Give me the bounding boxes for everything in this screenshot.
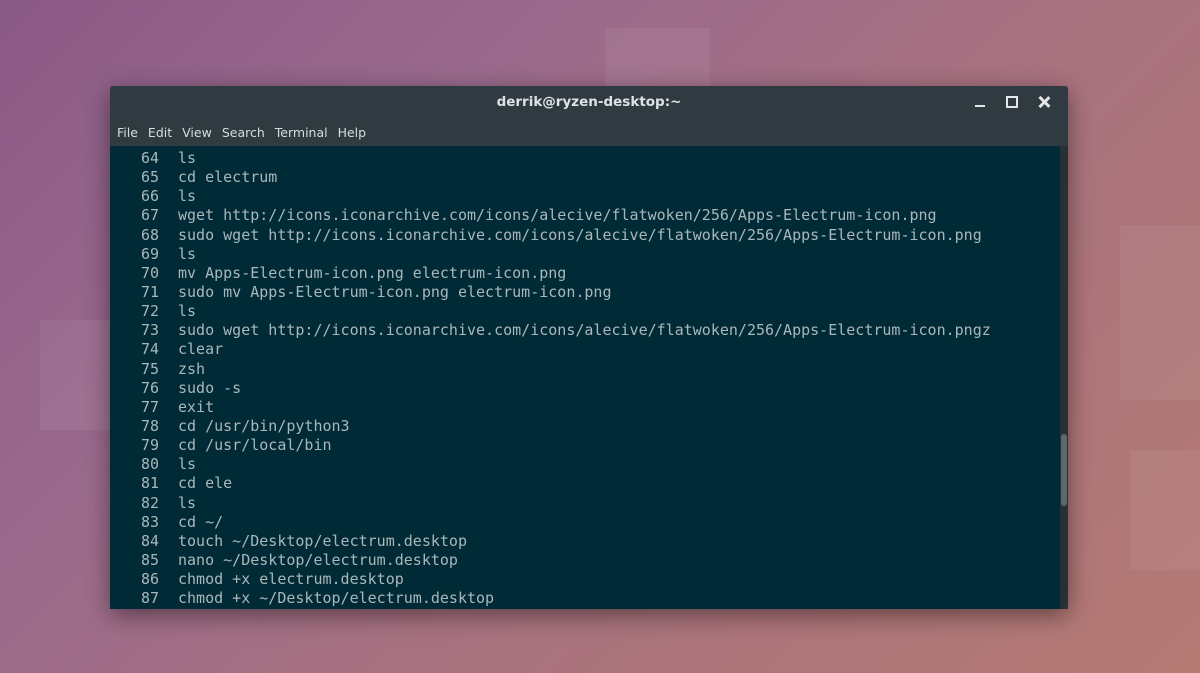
history-number: 86	[140, 570, 159, 589]
history-number: 82	[140, 493, 159, 512]
window-controls	[964, 86, 1060, 118]
terminal-window: derrik@ryzen-desktop:~ File Edit View Se…	[110, 86, 1068, 609]
history-command: ls	[178, 302, 197, 321]
history-line: 67 wget http://icons.iconarchive.com/icon…	[110, 206, 1060, 225]
history-number: 75	[140, 359, 159, 378]
history-command: ls	[178, 244, 197, 263]
history-line: 73 sudo wget http://icons.iconarchive.com…	[110, 321, 1060, 340]
history-number: 70	[140, 263, 159, 282]
history-command: sudo wget http://icons.iconarchive.com/i…	[178, 225, 982, 244]
history-line: 81 cd ele	[110, 474, 1060, 493]
history-line: 87 chmod +x ~/Desktop/electrum.desktop	[110, 589, 1060, 608]
history-line: 86 chmod +x electrum.desktop	[110, 570, 1060, 589]
history-command: ls	[178, 493, 197, 512]
history-line: 83 cd ~/	[110, 513, 1060, 532]
menu-terminal[interactable]: Terminal	[270, 125, 333, 140]
history-command: wget http://icons.iconarchive.com/icons/…	[178, 206, 937, 225]
history-command: chmod +x electrum.desktop	[178, 570, 404, 589]
history-line: 77 exit	[110, 398, 1060, 417]
history-line: 69 ls	[110, 245, 1060, 264]
close-icon	[1038, 96, 1050, 108]
title-bar[interactable]: derrik@ryzen-desktop:~	[110, 86, 1068, 118]
history-command: cd electrum	[178, 168, 278, 187]
menu-view[interactable]: View	[177, 125, 217, 140]
history-command: ls	[178, 149, 197, 167]
scrollbar-thumb[interactable]	[1061, 434, 1067, 506]
history-number: 65	[140, 168, 159, 187]
terminal-output[interactable]: 64 ls 65 cd electrum 66 ls 67 wget http://icons…	[110, 146, 1060, 609]
history-number: 80	[140, 455, 159, 474]
history-number: 66	[140, 187, 159, 206]
history-command: mv Apps-Electrum-icon.png electrum-icon.…	[178, 263, 567, 282]
history-number: 76	[140, 378, 159, 397]
history-command: sudo mv Apps-Electrum-icon.png electrum-…	[178, 282, 612, 301]
menu-search[interactable]: Search	[217, 125, 270, 140]
history-number: 67	[140, 206, 159, 225]
history-line: 79 cd /usr/local/bin	[110, 436, 1060, 455]
history-command: sudo wget http://icons.iconarchive.com/i…	[178, 321, 991, 340]
history-number: 78	[140, 416, 159, 435]
history-command: cd /usr/bin/python3	[178, 416, 350, 435]
history-command: cd ~/	[178, 512, 224, 531]
minimize-button[interactable]	[964, 86, 996, 118]
history-number: 71	[140, 282, 159, 301]
desktop-decoration	[1130, 450, 1200, 570]
history-number: 81	[140, 474, 159, 493]
scrollbar[interactable]	[1060, 146, 1068, 609]
history-command: exit	[178, 397, 215, 416]
history-number: 74	[140, 340, 159, 359]
history-command: cd /usr/local/bin	[178, 436, 332, 455]
history-command: touch ~/Desktop/electrum.desktop	[178, 531, 467, 550]
close-button[interactable]	[1028, 86, 1060, 118]
history-command: nano ~/Desktop/electrum.desktop	[178, 550, 458, 569]
history-line: 75 zsh	[110, 360, 1060, 379]
history-line: 72 ls	[110, 302, 1060, 321]
history-number: 87	[140, 589, 159, 608]
history-number: 68	[140, 225, 159, 244]
history-number: 83	[140, 512, 159, 531]
history-line: 65 cd electrum	[110, 168, 1060, 187]
maximize-button[interactable]	[996, 86, 1028, 118]
menu-bar: File Edit View Search Terminal Help	[110, 118, 1068, 146]
history-line: 71 sudo mv Apps-Electrum-icon.png electru…	[110, 283, 1060, 302]
history-line: 84 touch ~/Desktop/electrum.desktop	[110, 532, 1060, 551]
history-command: sudo -s	[178, 378, 242, 397]
history-command: ls	[178, 455, 197, 474]
history-line: 85 nano ~/Desktop/electrum.desktop	[110, 551, 1060, 570]
menu-file[interactable]: File	[112, 125, 143, 140]
desktop-decoration	[605, 28, 710, 88]
history-number: 73	[140, 321, 159, 340]
minimize-icon	[975, 105, 985, 107]
history-command: ls	[178, 187, 197, 206]
history-number: 85	[140, 550, 159, 569]
desktop-decoration	[1120, 225, 1200, 400]
history-line: 70 mv Apps-Electrum-icon.png electrum-ico…	[110, 264, 1060, 283]
desktop-decoration	[40, 320, 110, 430]
history-line: 74 clear	[110, 340, 1060, 359]
history-number: 69	[140, 244, 159, 263]
history-number: 79	[140, 436, 159, 455]
history-line: 80 ls	[110, 455, 1060, 474]
history-line: 82 ls	[110, 494, 1060, 513]
history-line: 78 cd /usr/bin/python3	[110, 417, 1060, 436]
history-command: zsh	[178, 359, 206, 378]
history-number: 72	[140, 302, 159, 321]
maximize-icon	[1006, 96, 1018, 108]
menu-help[interactable]: Help	[333, 125, 372, 140]
history-line: 68 sudo wget http://icons.iconarchive.com…	[110, 226, 1060, 245]
history-number: 77	[140, 397, 159, 416]
window-title: derrik@ryzen-desktop:~	[496, 94, 682, 110]
history-number: 64	[140, 149, 159, 167]
menu-edit[interactable]: Edit	[143, 125, 177, 140]
history-command: clear	[178, 340, 224, 359]
history-line: 76 sudo -s	[110, 379, 1060, 398]
history-line: 64 ls	[110, 149, 1060, 168]
history-line: 66 ls	[110, 187, 1060, 206]
history-command: cd ele	[178, 474, 233, 493]
history-command: chmod +x ~/Desktop/electrum.desktop	[178, 589, 495, 608]
history-number: 84	[140, 531, 159, 550]
